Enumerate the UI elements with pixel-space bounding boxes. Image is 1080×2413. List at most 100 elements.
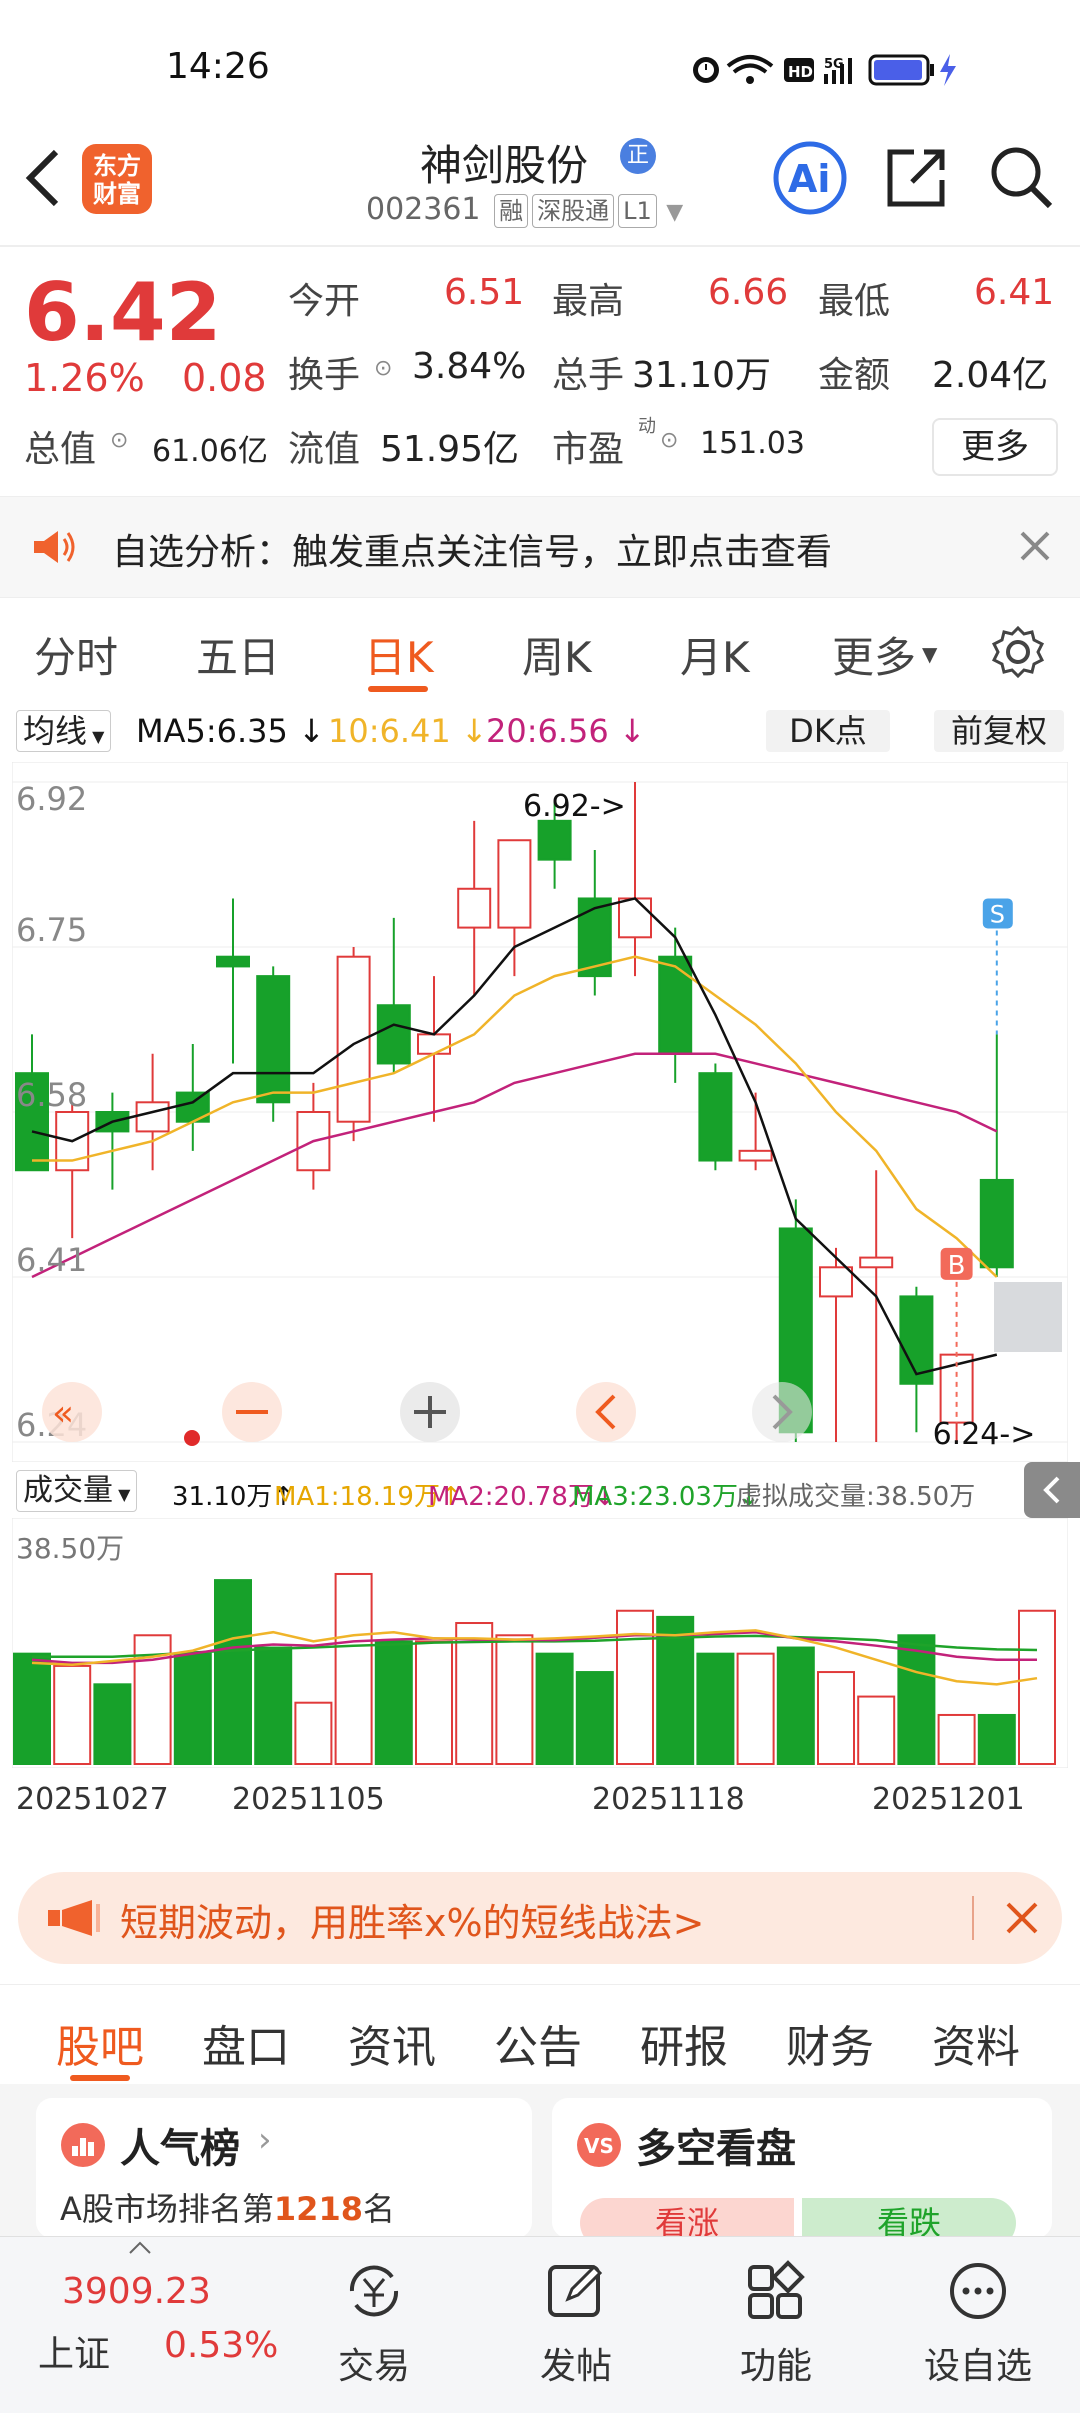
- rank-number: 1218: [273, 2190, 363, 2228]
- volume-bar: [93, 1683, 132, 1765]
- ma-selector[interactable]: 均线 ▼: [16, 710, 112, 752]
- turnover-label: 换手: [288, 355, 361, 396]
- date-tick-1: 20251027: [16, 1782, 169, 1817]
- candlestick-chart[interactable]: 6.926.756.586.416.24 6.92-> 6.24-> S B «: [12, 762, 1068, 1462]
- turnover-value: 3.84%: [412, 346, 527, 387]
- open-label: 今开: [288, 281, 361, 322]
- tab-monthly-k[interactable]: 月K: [680, 624, 750, 685]
- volume-bar: [817, 1671, 855, 1765]
- last-price: 6.42: [24, 266, 222, 359]
- chevron-down-icon[interactable]: ▼: [922, 642, 937, 666]
- amount-label: 金额: [818, 355, 891, 396]
- ai-icon[interactable]: Ai: [772, 140, 848, 216]
- candle-body: [216, 955, 250, 968]
- high-label: 最高: [552, 281, 625, 322]
- nav-functions[interactable]: 功能: [676, 2259, 876, 2389]
- scroll-left-button[interactable]: [576, 1382, 636, 1442]
- volume-bar: [1018, 1609, 1056, 1765]
- volume-bar: [977, 1713, 1016, 1766]
- ma10-text: 10:6.41: [328, 712, 451, 750]
- sell-signal: S: [982, 898, 1013, 1035]
- volume-bar: [254, 1646, 293, 1765]
- tab-financials[interactable]: 财务: [786, 2011, 874, 2075]
- info-icon[interactable]: ⊙: [660, 428, 678, 453]
- low-label: 最低: [818, 281, 891, 322]
- chevron-left-icon: [1043, 1476, 1060, 1504]
- popularity-rank: A股市场排名第1218名: [60, 2184, 395, 2230]
- candle-body: [497, 839, 532, 929]
- bull-bear-title: 多空看盘: [636, 2126, 796, 2172]
- amount-value: 2.04亿: [932, 355, 1049, 396]
- search-icon[interactable]: [986, 142, 1056, 212]
- megaphone-icon: [48, 1900, 100, 1936]
- banner-text: 自选分析：触发重点关注信号，立即点击查看: [112, 532, 833, 573]
- tab-intraday[interactable]: 分时: [34, 624, 118, 685]
- pe-superscript: 动: [638, 416, 656, 437]
- stock-name: 神剑股份: [420, 141, 589, 190]
- trade-icon: [349, 2265, 399, 2317]
- alarm-icon: [693, 57, 719, 83]
- tab-profile[interactable]: 资料: [932, 2011, 1020, 2075]
- volume-bar: [736, 1652, 775, 1765]
- index-ticker[interactable]: 3909.23 上证 0.53%: [0, 2237, 278, 2413]
- volume-chart[interactable]: 38.50万: [12, 1518, 1068, 1768]
- chevron-down-icon[interactable]: ▼: [666, 200, 683, 225]
- back-arrow-icon[interactable]: [22, 148, 62, 208]
- nav-add-watchlist-label: 设自选: [923, 2346, 1032, 2387]
- tab-five-day[interactable]: 五日: [196, 624, 280, 685]
- ma5-text: MA5:6.35: [136, 712, 288, 750]
- tab-news[interactable]: 资讯: [348, 2011, 436, 2075]
- volume-bar: [455, 1622, 494, 1765]
- tab-more[interactable]: 更多: [832, 624, 916, 685]
- share-icon[interactable]: [884, 144, 948, 210]
- active-tab-indicator: [368, 686, 428, 692]
- ma10-value: 10:6.41 ↓: [328, 712, 488, 750]
- popularity-card[interactable]: 人气榜 › A股市场排名第1218名: [36, 2098, 532, 2238]
- nav-post[interactable]: 发帖: [476, 2259, 676, 2389]
- tab-research[interactable]: 研报: [640, 2011, 728, 2075]
- tab-weekly-k[interactable]: 周K: [522, 624, 592, 685]
- close-icon[interactable]: [1018, 529, 1052, 563]
- battery-icon: [868, 54, 956, 86]
- float-value: 51.95亿: [380, 429, 520, 470]
- volume-ma3-text: MA3:23.03万: [572, 1482, 738, 1512]
- tab-daily-k[interactable]: 日K: [364, 624, 434, 685]
- virtual-candle-area: [994, 1282, 1062, 1352]
- dk-point-button[interactable]: DK点: [766, 710, 890, 752]
- stock-header: 东方 财富 神剑股份 正 002361 融深股通 L1 ▼ Ai: [0, 130, 1080, 247]
- alert-banner[interactable]: 自选分析：触发重点关注信号，立即点击查看: [0, 496, 1080, 598]
- side-panel-toggle[interactable]: [1024, 1462, 1080, 1518]
- tab-announcements[interactable]: 公告: [494, 2011, 582, 2075]
- gear-icon[interactable]: [990, 624, 1046, 680]
- volume-bar: [173, 1652, 212, 1765]
- adjust-button[interactable]: 前复权: [934, 710, 1064, 752]
- low-annotation: 6.24->: [933, 1417, 1036, 1452]
- tab-pankou[interactable]: 盘口: [202, 2011, 290, 2075]
- volume-value: 31.10万: [632, 355, 772, 396]
- date-tick-3: 20251118: [592, 1782, 745, 1817]
- status-icons: HD 5G: [693, 54, 956, 86]
- tab-guba[interactable]: 股吧: [56, 2011, 144, 2075]
- info-icon[interactable]: ⊙: [374, 356, 392, 381]
- scroll-right-button[interactable]: [752, 1382, 812, 1442]
- zoom-in-button[interactable]: [400, 1382, 460, 1442]
- volume-selector[interactable]: 成交量 ▼: [16, 1470, 138, 1512]
- info-icon[interactable]: ⊙: [110, 428, 128, 453]
- eastmoney-logo: 东方 财富: [82, 144, 152, 214]
- more-button[interactable]: 更多: [932, 418, 1058, 476]
- candle-body: [457, 887, 492, 929]
- nav-functions-label: 功能: [739, 2346, 812, 2387]
- rank-prefix: A股市场排名第: [60, 2190, 274, 2228]
- nav-add-watchlist[interactable]: 设自选: [878, 2259, 1078, 2389]
- close-icon[interactable]: [1004, 1900, 1040, 1936]
- scroll-left-fast-button[interactable]: «: [42, 1382, 102, 1442]
- zoom-out-button[interactable]: [222, 1382, 282, 1442]
- volume-current-text: 31.10万: [172, 1482, 273, 1512]
- volume-bar: [776, 1646, 815, 1765]
- bull-bear-card[interactable]: VS 多空看盘 看涨 看跌: [552, 2098, 1052, 2248]
- nav-trade[interactable]: 交易: [274, 2259, 474, 2389]
- candle-body: [819, 1266, 853, 1298]
- candle-body: [618, 897, 652, 939]
- promo-banner[interactable]: 短期波动，用胜率x%的短线战法>: [18, 1872, 1062, 1964]
- candle-body: [256, 975, 291, 1104]
